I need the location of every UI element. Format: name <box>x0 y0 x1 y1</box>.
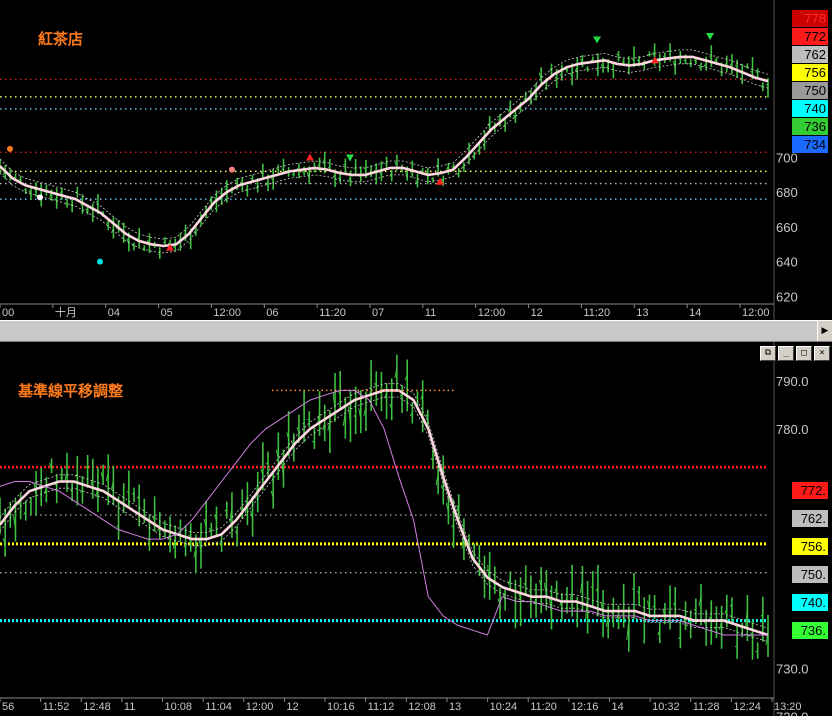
envelope-upper <box>0 383 769 629</box>
price-tag: 736 <box>792 118 828 135</box>
x-tick-label: 13 <box>449 701 461 713</box>
x-tick-label: 11:04 <box>205 701 232 713</box>
x-tick-label: 10:24 <box>490 701 518 713</box>
x-tick-label: 11:20 <box>583 307 610 319</box>
price-tag: 762 <box>792 46 828 63</box>
price-tag: 756. <box>792 538 828 555</box>
price-bar-tick <box>425 171 428 174</box>
close-icon[interactable]: × <box>814 346 830 361</box>
x-tick-label: 12 <box>286 701 298 713</box>
x-tick-label: 10:08 <box>165 701 193 713</box>
top-chart-title: 紅茶店 <box>38 30 84 48</box>
x-tick-label: 12 <box>531 307 543 319</box>
x-tick-label: 11:20 <box>530 701 557 713</box>
price-tag: 778 <box>792 10 828 27</box>
x-tick-label: 11 <box>425 307 436 319</box>
y-tick-label: 620 <box>776 289 798 304</box>
x-tick-label: 10:32 <box>652 701 680 713</box>
x-tick-label: 14 <box>689 307 701 319</box>
top-chart-pane: 700 680 660 640 620 00 十月 04 05 12:00 06 11:20 07 11 1… <box>0 0 832 320</box>
price-bar-tick <box>183 233 186 236</box>
x-tick-label: 00 <box>2 307 14 319</box>
pane-separator[interactable]: ▶ <box>0 320 832 342</box>
moving-average-line <box>0 55 769 248</box>
price-bar-tick <box>621 613 624 616</box>
price-tag: 756 <box>792 64 828 81</box>
x-tick-label: 十月 <box>55 305 77 319</box>
x-tick-label: 11 <box>124 701 135 713</box>
price-bar-tick <box>631 59 635 61</box>
x-tick-label: 07 <box>372 307 384 319</box>
price-tag: 772. <box>792 482 828 499</box>
marker-dot <box>37 194 43 201</box>
y-tick-label: 640 <box>776 255 798 270</box>
top-chart-svg: 70068066064062000 十月 04 05 12:00 06 11:20 07 11 1… <box>0 0 798 320</box>
price-tag: 740. <box>792 594 828 611</box>
marker-dot <box>7 145 13 152</box>
x-tick-label: 10:16 <box>327 701 355 713</box>
down-triangle-marker <box>593 36 601 44</box>
price-bar-tick <box>621 61 624 63</box>
x-tick-label: 56 <box>2 701 14 713</box>
price-tag: 736. <box>792 622 828 639</box>
price-tag: 772 <box>792 28 828 45</box>
price-bar-tick <box>734 645 738 648</box>
price-bar-tick <box>343 163 346 166</box>
envelope-upper <box>0 49 769 240</box>
envelope-lower <box>0 396 769 643</box>
x-tick-label: 12:48 <box>83 701 111 713</box>
up-triangle-marker <box>306 153 314 161</box>
x-tick-label: 06 <box>266 307 278 319</box>
x-tick-label: 12:00 <box>742 307 770 319</box>
y-tick-label: 660 <box>776 220 798 235</box>
x-tick-label: 12:00 <box>213 307 241 319</box>
price-bar-tick <box>59 191 63 194</box>
maximize-icon[interactable]: □ <box>796 346 812 361</box>
minimize-icon[interactable]: _ <box>778 346 794 361</box>
bottom-chart-title: 基準線平移調整 <box>18 382 124 400</box>
price-tag: 734 <box>792 136 828 153</box>
x-tick-label: 13 <box>636 307 648 319</box>
fast-line <box>0 389 768 636</box>
price-tag: 740 <box>792 100 828 117</box>
x-tick-label: 05 <box>161 307 173 319</box>
price-bar-tick <box>307 418 310 421</box>
price-bar-tick <box>162 241 166 244</box>
down-triangle-marker <box>346 154 354 162</box>
y-tick-label: 680 <box>776 185 798 200</box>
x-tick-label: 11:12 <box>368 701 395 713</box>
x-tick-label: 11:52 <box>43 701 70 713</box>
bottom-chart-pane: 790.0780.0730.0720.05611:5212:481110:081… <box>0 342 832 716</box>
y-tick-label: 790.0 <box>776 374 809 389</box>
x-tick-label: 12:24 <box>733 701 761 713</box>
down-triangle-marker <box>706 33 714 41</box>
marker-dot <box>97 258 103 265</box>
scroll-right-arrow[interactable]: ▶ <box>817 321 832 341</box>
y-tick-label: 780.0 <box>776 422 809 437</box>
bottom-chart-svg: 790.0780.0730.0720.05611:5212:481110:081… <box>0 342 809 716</box>
window-controls: ⧉ _ □ × <box>760 346 830 361</box>
x-tick-label: 11:28 <box>693 701 720 713</box>
x-tick-label: 04 <box>108 307 120 319</box>
x-tick-label: 14 <box>611 701 623 713</box>
price-bar-tick <box>281 168 284 170</box>
x-tick-label: 12:00 <box>246 701 274 713</box>
x-tick-label: 12:16 <box>571 701 599 713</box>
x-tick-label: 11:20 <box>319 307 346 319</box>
restore-icon[interactable]: ⧉ <box>760 346 776 361</box>
marker-dot <box>229 166 235 173</box>
x-tick-label: 13:20 <box>774 701 802 713</box>
price-tag: 750. <box>792 566 828 583</box>
y-tick-label: 730.0 <box>776 662 809 677</box>
price-tag: 750 <box>792 82 828 99</box>
moving-average-line <box>0 389 769 637</box>
x-tick-label: 12:00 <box>478 307 506 319</box>
price-tag: 762. <box>792 510 828 527</box>
x-tick-label: 12:08 <box>408 701 436 713</box>
